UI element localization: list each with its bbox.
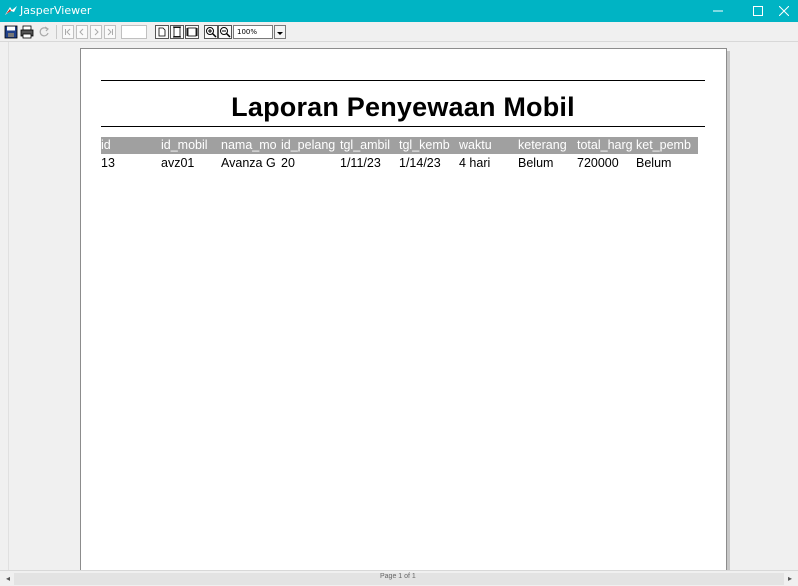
reload-icon[interactable] xyxy=(37,25,51,39)
scroll-left-icon[interactable]: ◂ xyxy=(2,573,14,585)
column-header: ket_pemb xyxy=(636,138,691,152)
close-icon xyxy=(779,6,789,16)
table-cell: avz01 xyxy=(161,156,195,170)
minimize-icon xyxy=(713,10,723,12)
zoom-out-icon[interactable] xyxy=(218,25,232,39)
toolbar-separator xyxy=(56,25,57,39)
window-titlebar[interactable]: JasperViewer xyxy=(0,0,798,22)
page-number-input[interactable] xyxy=(121,25,147,39)
column-header: tgl_ambil xyxy=(340,138,391,152)
table-cell: 13 xyxy=(101,156,115,170)
jasper-logo-icon xyxy=(5,6,17,15)
column-header: waktu xyxy=(459,138,492,152)
table-cell: Avanza G xyxy=(221,156,276,170)
title-top-rule xyxy=(101,80,705,81)
column-header: tgl_kemb xyxy=(399,138,450,152)
page-status-text: Page 1 of 1 xyxy=(380,573,416,580)
actual-size-icon[interactable] xyxy=(155,25,169,39)
zoom-level-select[interactable]: 100% xyxy=(233,25,273,39)
column-header: keterang xyxy=(518,138,567,152)
close-button[interactable] xyxy=(770,0,798,22)
report-viewport[interactable]: Laporan Penyewaan Mobil id id_mobil nama… xyxy=(8,42,790,570)
previous-page-icon[interactable] xyxy=(76,25,88,39)
viewer-toolbar: 100% xyxy=(0,22,798,42)
next-page-icon[interactable] xyxy=(90,25,102,39)
report-page: Laporan Penyewaan Mobil id id_mobil nama… xyxy=(80,48,727,570)
table-cell: 20 xyxy=(281,156,295,170)
title-bottom-rule xyxy=(101,126,705,127)
minimize-button[interactable] xyxy=(698,0,738,22)
column-header: total_harg xyxy=(577,138,633,152)
report-title: Laporan Penyewaan Mobil xyxy=(231,92,575,122)
table-cell: 720000 xyxy=(577,156,619,170)
table-cell: Belum xyxy=(636,156,672,170)
chevron-down-icon xyxy=(277,32,283,35)
last-page-icon[interactable] xyxy=(104,25,116,39)
save-icon[interactable] xyxy=(4,25,18,39)
window-title: JasperViewer xyxy=(20,4,92,17)
maximize-icon xyxy=(753,6,763,16)
table-cell: 4 hari xyxy=(459,156,491,170)
first-page-icon[interactable] xyxy=(62,25,74,39)
column-header: id xyxy=(101,138,111,152)
print-icon[interactable] xyxy=(20,25,34,39)
fit-width-icon[interactable] xyxy=(185,25,199,39)
table-cell: 1/11/23 xyxy=(340,156,381,170)
horizontal-scrollbar[interactable]: ◂ Page 1 of 1 ▸ xyxy=(0,570,798,586)
column-header: id_mobil xyxy=(161,138,208,152)
scroll-right-icon[interactable]: ▸ xyxy=(784,573,796,585)
zoom-in-icon[interactable] xyxy=(204,25,218,39)
column-header: id_pelang xyxy=(281,138,336,152)
column-header: nama_mo xyxy=(221,138,277,152)
fit-page-icon[interactable] xyxy=(170,25,184,39)
table-cell: Belum xyxy=(518,156,554,170)
zoom-dropdown-button[interactable] xyxy=(274,25,286,39)
table-cell: 1/14/23 xyxy=(399,156,441,170)
